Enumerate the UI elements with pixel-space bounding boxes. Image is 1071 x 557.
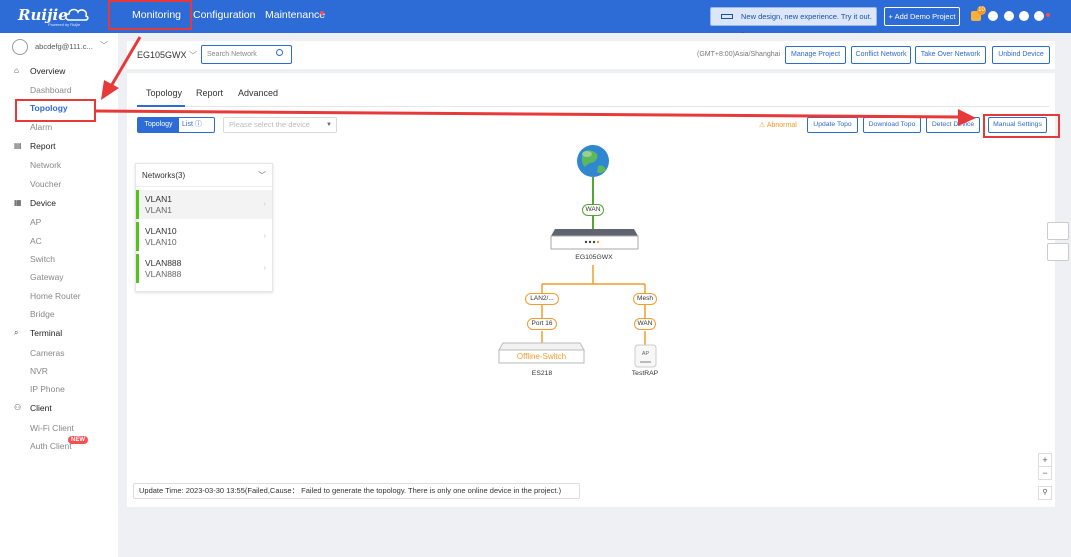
highlight-manual-settings	[983, 114, 1060, 138]
switch-port-pill: Port 16	[527, 318, 557, 330]
update-time-status: Update Time: 2023-03-30 13:55(Failed,Cau…	[133, 483, 580, 499]
lan-uplink-pill: LAN2/...	[525, 293, 559, 305]
zoom-in-button[interactable]: +	[1038, 453, 1052, 467]
ap-model-label: AP	[641, 351, 650, 357]
internet-globe-icon[interactable]	[577, 145, 609, 177]
support-headset-icon[interactable]	[1047, 243, 1069, 261]
ap-port-pill: WAN	[634, 318, 656, 330]
gateway-name: EG105GWX	[575, 254, 613, 261]
feedback-icon[interactable]	[1047, 222, 1069, 240]
annotation-arrow-to-manual-settings	[95, 109, 976, 126]
highlight-topology	[15, 99, 96, 122]
switch-status-label: Offline-Switch	[516, 352, 567, 361]
topology-canvas	[95, 36, 976, 368]
wan-port-pill: WAN	[582, 204, 604, 216]
annotation-arrow-to-topology	[101, 36, 142, 100]
highlight-monitoring	[108, 0, 192, 30]
switch-name: ES218	[531, 370, 553, 377]
mesh-uplink-pill: Mesh	[633, 293, 657, 305]
ap-name: TestRAP	[631, 370, 659, 377]
gateway-device-icon[interactable]	[550, 229, 639, 250]
locate-button[interactable]: ⚲	[1038, 486, 1052, 500]
zoom-out-button[interactable]: −	[1038, 466, 1052, 480]
